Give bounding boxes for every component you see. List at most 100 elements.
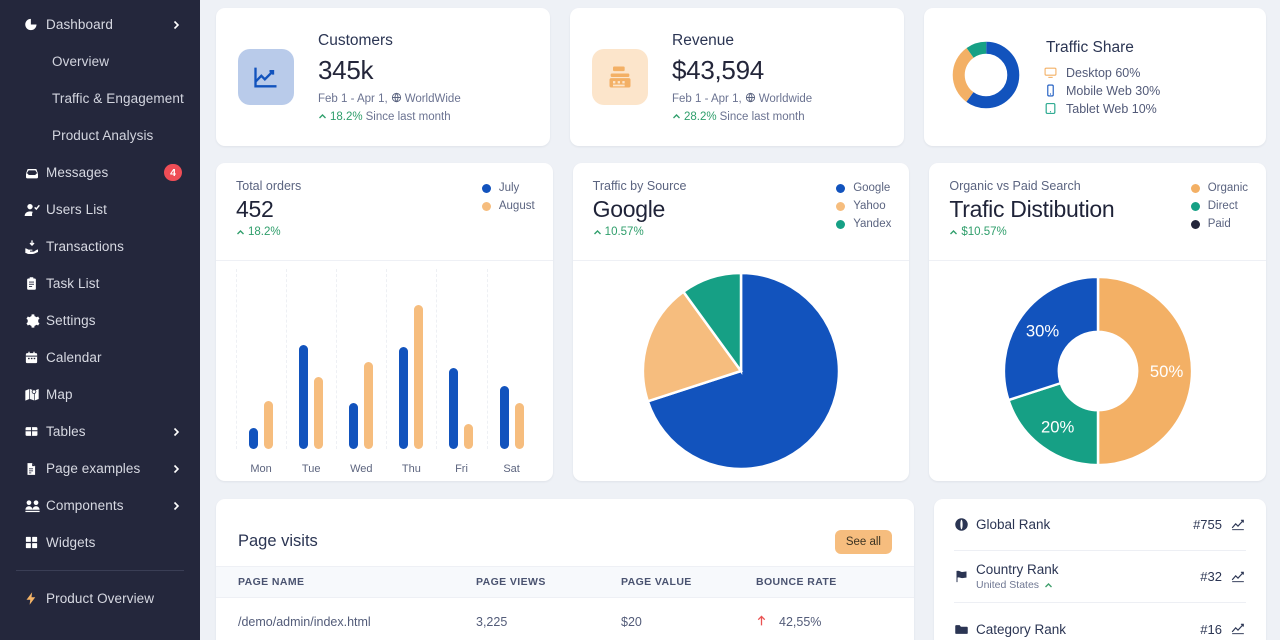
- user-check-icon: [24, 201, 46, 219]
- bar-july: [399, 347, 409, 449]
- sidebar-item-label: Settings: [46, 313, 96, 328]
- bar-x-label: Wed: [350, 463, 373, 475]
- line-chart-icon: [238, 49, 294, 105]
- sidebar-item-dashboard[interactable]: Dashboard: [0, 6, 200, 43]
- donut-slice-label: 50%: [1150, 362, 1184, 381]
- sidebar-item-users-list[interactable]: Users List: [0, 191, 200, 228]
- table-body: /demo/admin/index.html 3,225 $20 42,55%: [216, 597, 914, 640]
- rank-row-category[interactable]: Category Rank #16: [954, 603, 1246, 640]
- caret-up-icon: [950, 229, 958, 234]
- sidebar-item-calendar[interactable]: Calendar: [0, 339, 200, 376]
- see-all-button[interactable]: See all: [834, 529, 892, 554]
- cash-register-icon: [592, 49, 648, 105]
- sidebar-item-map[interactable]: Map: [0, 376, 200, 413]
- stat-card-traffic-share[interactable]: Traffic Share Desktop 60% Mobile Web 30%…: [924, 8, 1266, 146]
- sidebar-item-label: Map: [46, 387, 73, 402]
- legend-label: Yahoo: [853, 200, 886, 212]
- rank-row-global[interactable]: Global Rank #755: [954, 499, 1246, 551]
- sidebar-item-label: Traffic & Engagement: [52, 91, 184, 106]
- legend-traffic-by-source: Google Yahoo Yandex: [836, 179, 891, 260]
- sidebar-item-product-analysis[interactable]: Product Analysis: [0, 117, 200, 154]
- stat-range: Feb 1 - Apr 1, Worldwide: [672, 92, 812, 106]
- card-value: 452: [236, 196, 274, 222]
- legend-color-dot: [481, 183, 491, 193]
- sparkline-icon[interactable]: [1230, 518, 1246, 532]
- sidebar-item-label: Page examples: [46, 461, 141, 476]
- sidebar-item-overview[interactable]: Overview: [0, 43, 200, 80]
- sidebar-item-label: Overview: [52, 54, 110, 69]
- card-delta: 10.57%: [593, 226, 687, 238]
- rank-sub: United States: [976, 579, 1200, 591]
- globe-icon: [954, 517, 976, 532]
- sidebar-item-page-examples[interactable]: Page examples: [0, 450, 200, 487]
- globe-icon: [391, 92, 402, 106]
- pie-chart-icon: [24, 16, 46, 34]
- legend-color-dot: [1190, 183, 1200, 193]
- bounce-rate-value: 42,55%: [779, 615, 822, 629]
- stat-scope: Worldwide: [758, 92, 813, 105]
- rank-value: #32: [1200, 569, 1222, 584]
- rank-row-country[interactable]: Country Rank United States #32: [954, 551, 1246, 603]
- widgets-icon: [24, 534, 46, 552]
- sidebar-item-components[interactable]: Components: [0, 487, 200, 524]
- bar-august: [414, 304, 424, 449]
- sidebar-item-task-list[interactable]: Task List: [0, 265, 200, 302]
- sidebar-item-product-overview[interactable]: Product Overview: [0, 580, 200, 617]
- sidebar-item-tables[interactable]: Tables: [0, 413, 200, 450]
- stat-card-customers[interactable]: Customers 345k Feb 1 - Apr 1, WorldWide: [216, 8, 550, 146]
- map-icon: [24, 386, 46, 404]
- sparkline-icon[interactable]: [1230, 622, 1246, 636]
- sidebar-item-label: Dashboard: [46, 17, 113, 32]
- sidebar-item-settings[interactable]: Settings: [0, 302, 200, 339]
- sparkline-icon[interactable]: [1230, 570, 1246, 584]
- bar-group: [436, 269, 486, 449]
- pie-chart: [573, 261, 910, 481]
- sidebar-item-traffic-engagement[interactable]: Traffic & Engagement: [0, 80, 200, 117]
- rank-sub-text: United States: [976, 579, 1040, 591]
- lightning-icon: [24, 590, 46, 608]
- bar-group: [236, 269, 286, 449]
- bar-x-label: Sat: [503, 463, 520, 475]
- pie-chart-svg: [641, 271, 841, 471]
- rank-value: #16: [1200, 621, 1222, 637]
- sidebar-item-messages[interactable]: Messages 4: [0, 154, 200, 191]
- bar-july: [249, 428, 259, 449]
- column-header-page-name: PAGE NAME: [216, 566, 476, 598]
- legend-color-dot: [836, 201, 846, 211]
- traffic-share-item: Desktop 60%: [1044, 66, 1160, 80]
- card-header: Organic vs Paid Search Trafic Distibutio…: [929, 163, 1267, 261]
- stat-title: Customers: [318, 31, 393, 49]
- calendar-icon: [24, 349, 46, 367]
- card-organic-vs-paid: Organic vs Paid Search Trafic Distibutio…: [929, 163, 1267, 481]
- bar-groups: [236, 269, 537, 449]
- card-kicker: Total orders: [236, 179, 302, 193]
- sidebar-item-label: Calendar: [46, 350, 102, 365]
- caret-up-icon: [1045, 582, 1053, 587]
- sidebar-item-label: Widgets: [46, 535, 96, 550]
- document-icon: [24, 460, 46, 478]
- legend-item: Yandex: [836, 218, 891, 230]
- card-delta-value: 10.57%: [604, 226, 644, 238]
- cell-page-value: $20: [621, 597, 756, 640]
- sidebar-item-label: Product Overview: [46, 591, 155, 606]
- card-value: Trafic Distibution: [949, 196, 1115, 222]
- legend-color-dot: [481, 201, 491, 211]
- legend-item: Direct: [1190, 200, 1248, 212]
- card-traffic-by-source: Traffic by Source Google 10.57% Google Ya…: [572, 163, 910, 481]
- legend-label: August: [498, 200, 535, 212]
- sidebar-item-widgets[interactable]: Widgets: [0, 524, 200, 561]
- stat-range: Feb 1 - Apr 1, WorldWide: [318, 92, 461, 106]
- donut-slice-label: 30%: [1026, 322, 1060, 341]
- table-row[interactable]: /demo/admin/index.html 3,225 $20 42,55%: [216, 597, 914, 640]
- donut-chart-small: [952, 41, 1020, 108]
- card-delta-value: 18.2%: [248, 226, 281, 238]
- stat-card-revenue[interactable]: Revenue $43,594 Feb 1 - Apr 1, Worldwide: [570, 8, 904, 146]
- table-header-row: PAGE NAME PAGE VIEWS PAGE VALUE BOUNCE R…: [216, 566, 914, 598]
- bottom-row: Page visits See all PAGE NAME PAGE VIEWS…: [216, 499, 1266, 640]
- sidebar-item-transactions[interactable]: Transactions: [0, 228, 200, 265]
- card-header: Traffic by Source Google 10.57% Google Ya…: [572, 163, 910, 261]
- inbox-icon: [24, 164, 46, 182]
- cell-bounce-rate: 42,55%: [756, 597, 914, 640]
- cell-page-name: /demo/admin/index.html: [216, 597, 476, 640]
- bar-july: [299, 345, 309, 449]
